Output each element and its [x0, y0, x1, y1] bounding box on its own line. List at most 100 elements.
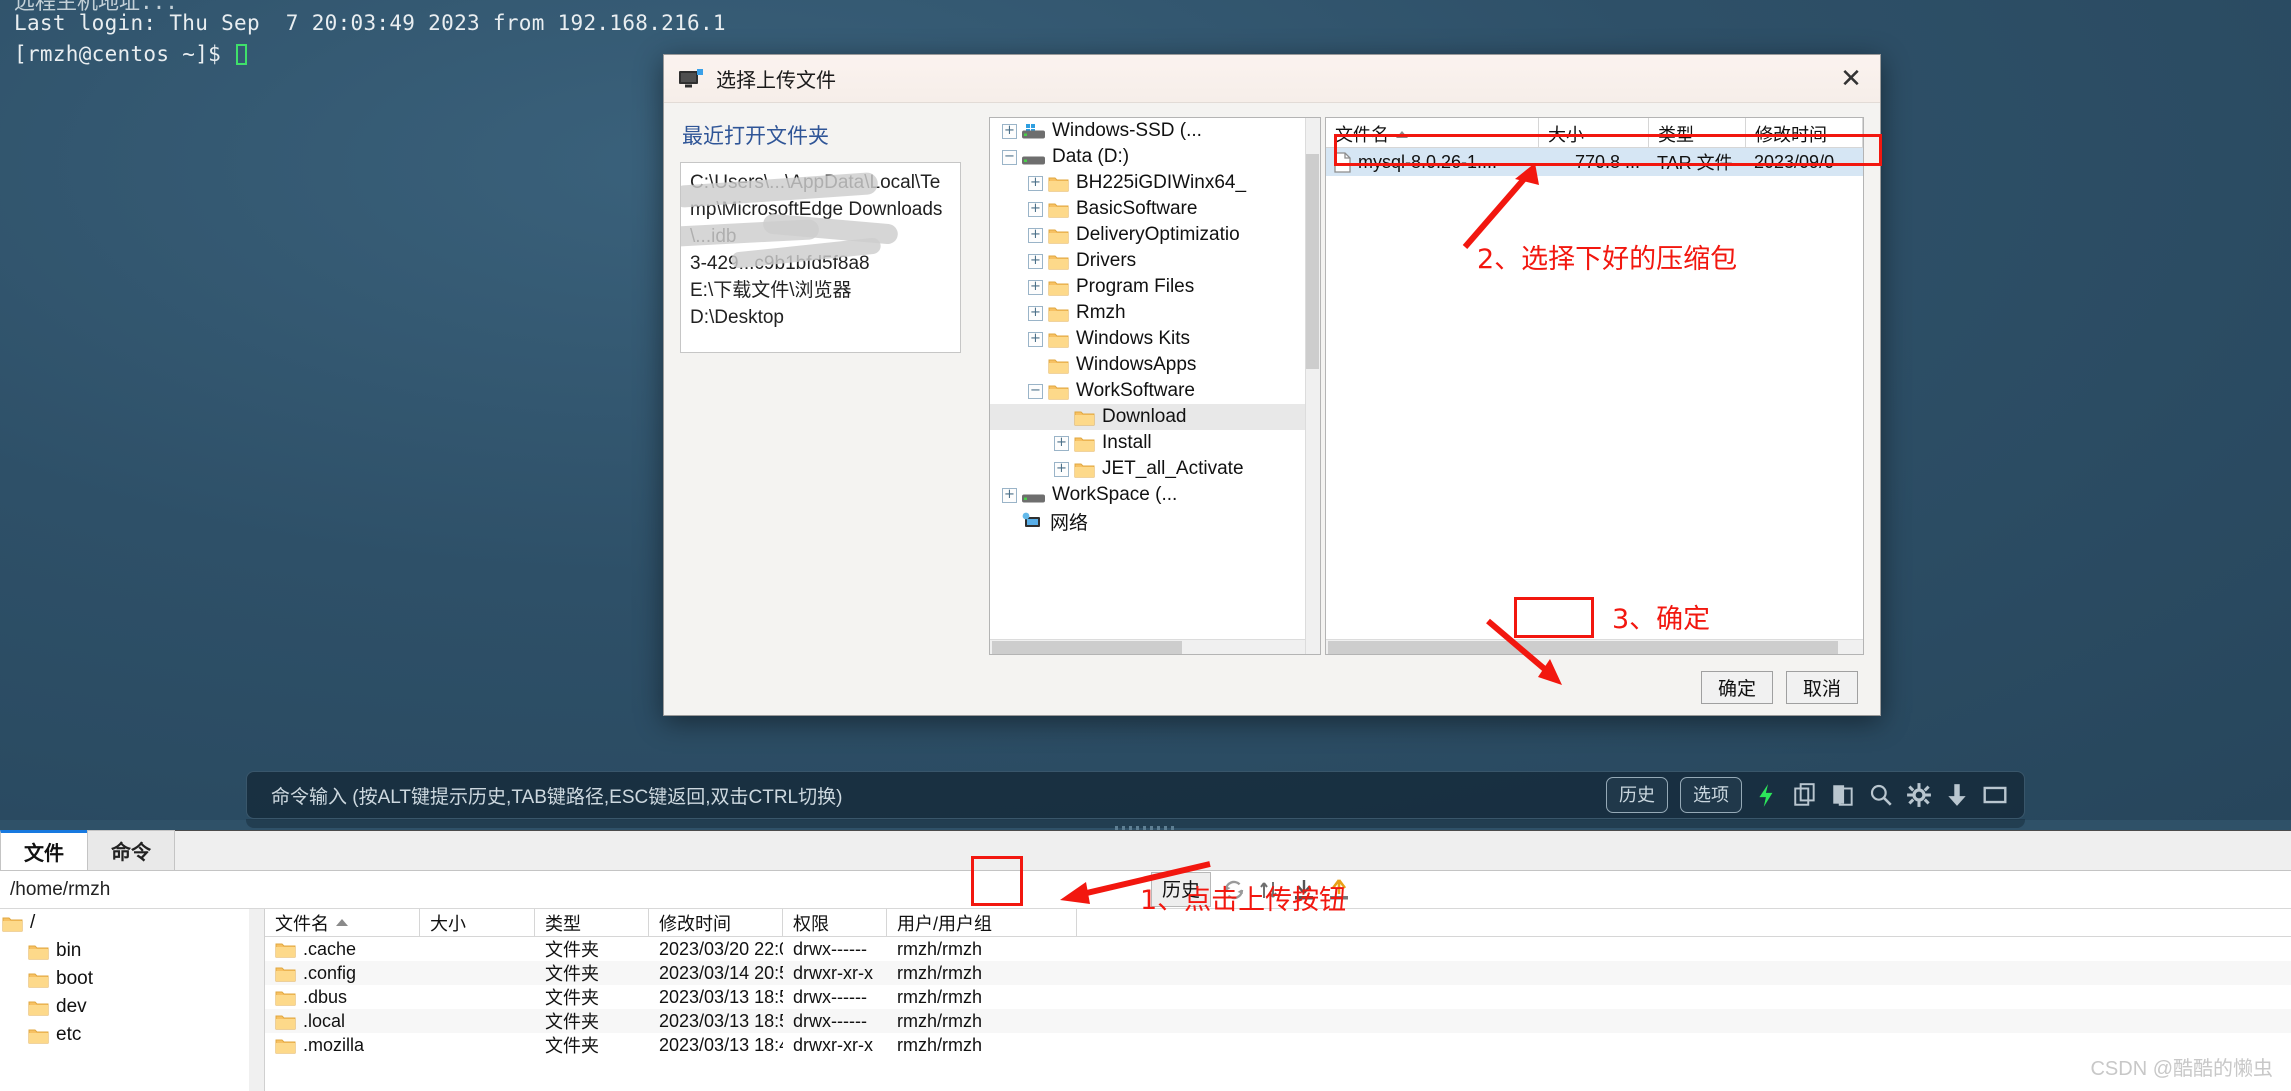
folder-icon — [275, 1015, 296, 1029]
column-header-modified[interactable]: 修改时间 — [649, 909, 783, 936]
linux-tree-node-etc[interactable]: etc — [0, 1021, 264, 1049]
tree-node-windows-kits[interactable]: + Windows Kits — [990, 326, 1320, 352]
linux-tree-node-boot[interactable]: boot — [0, 965, 264, 993]
cancel-button[interactable]: 取消 — [1786, 671, 1858, 704]
tree-node-label: DeliveryOptimizatio — [1076, 224, 1240, 245]
expand-icon[interactable]: + — [1054, 435, 1069, 451]
column-header-modified[interactable]: 修改时间 — [1746, 118, 1863, 147]
tree-node-program-files[interactable]: + Program Files — [990, 274, 1320, 300]
list-hscroll-thumb[interactable] — [1328, 641, 1838, 654]
tree-node-label: Install — [1102, 432, 1152, 453]
folder-icon — [1048, 359, 1069, 373]
tree-horizontal-scrollbar[interactable] — [990, 639, 1305, 654]
file-list-panel[interactable]: 文件名 大小 类型 修改时间 mysql-8.0.26-1.... 770.8 … — [1325, 117, 1864, 655]
file-list-header: 文件名 大小 类型 修改时间 — [1326, 118, 1863, 148]
tree-node-deliveryoptimizatio[interactable]: + DeliveryOptimizatio — [990, 222, 1320, 248]
tree-node-install[interactable]: + Install — [990, 430, 1320, 456]
row-permissions-cell: drwx------ — [793, 986, 867, 1007]
tree-node-网络[interactable]: 网络 — [990, 508, 1320, 534]
row-permissions-cell: drwxr-xr-x — [793, 1034, 873, 1055]
command-input-bar[interactable]: 命令输入 (按ALT键提示历史,TAB键路径,ESC键返回,双击CTRL切换) … — [246, 771, 2025, 819]
column-header-owner[interactable]: 用户/用户组 — [887, 909, 1077, 936]
paste-icon[interactable] — [1830, 782, 1856, 808]
tree-vertical-scrollbar[interactable] — [1305, 118, 1320, 654]
command-input-placeholder[interactable]: 命令输入 (按ALT键提示历史,TAB键路径,ESC键返回,双击CTRL切换) — [247, 782, 1606, 809]
folder-icon — [28, 973, 49, 987]
collapse-icon[interactable]: − — [1002, 149, 1017, 165]
linux-file-list[interactable]: 文件名 大小 类型 修改时间 权限 用户/用户组 .cache 文件夹 2023/0… — [265, 909, 2291, 1091]
linux-tree-scrollbar[interactable] — [249, 909, 264, 1091]
column-header-type[interactable]: 类型 — [1649, 118, 1746, 147]
tree-node-windows-ssd-[interactable]: + Windows-SSD (... — [990, 118, 1320, 144]
expand-icon[interactable]: + — [1028, 279, 1043, 295]
column-header-filename[interactable]: 文件名 — [1326, 118, 1539, 147]
csdn-watermark: CSDN @酷酷的懒虫 — [2090, 1058, 2273, 1080]
expand-icon[interactable]: + — [1028, 331, 1043, 347]
tree-node-windowsapps[interactable]: WindowsApps — [990, 352, 1320, 378]
copy-icon[interactable] — [1792, 782, 1818, 808]
tree-node-bh225igdiwinx64-[interactable]: + BH225iGDIWinx64_ — [990, 170, 1320, 196]
table-row[interactable]: .local 文件夹 2023/03/13 18:57 drwx------ rmzh/… — [265, 1009, 2291, 1033]
recent-folder-item[interactable]: D:\Desktop — [690, 304, 951, 331]
expand-icon[interactable]: + — [1028, 201, 1043, 217]
column-header-filename[interactable]: 文件名 — [265, 909, 420, 936]
tree-node-label: BH225iGDIWinx64_ — [1076, 172, 1247, 193]
gear-icon[interactable] — [1906, 782, 1932, 808]
download-icon[interactable] — [1944, 782, 1970, 808]
tree-scroll-thumb[interactable] — [1306, 154, 1319, 369]
linux-folder-tree[interactable]: / bin boot dev etc — [0, 909, 265, 1091]
terminal-output: Last login: Thu Sep 7 20:03:49 2023 from… — [14, 8, 726, 70]
table-row[interactable]: .cache 文件夹 2023/03/20 22:07 drwx------ rmzh/… — [265, 937, 2291, 961]
table-row[interactable]: .config 文件夹 2023/03/14 20:58 drwxr-xr-x rmzh… — [265, 961, 2291, 985]
linux-tree-node-dev[interactable]: dev — [0, 993, 264, 1021]
expand-icon[interactable]: + — [1054, 461, 1069, 477]
ok-button[interactable]: 确定 — [1701, 671, 1773, 704]
tab-commands[interactable]: 命令 — [87, 830, 175, 870]
table-row[interactable]: .mozilla 文件夹 2023/03/13 18:42 drwxr-xr-x rmz… — [265, 1033, 2291, 1057]
column-header-type[interactable]: 类型 — [535, 909, 649, 936]
close-icon[interactable]: ✕ — [1832, 63, 1870, 95]
expand-icon[interactable]: + — [1028, 305, 1043, 321]
collapse-icon[interactable]: − — [1028, 383, 1043, 399]
column-header-permissions[interactable]: 权限 — [783, 909, 887, 936]
search-icon[interactable] — [1868, 782, 1894, 808]
linux-list-rows: .cache 文件夹 2023/03/20 22:07 drwx------ rmzh/… — [265, 937, 2291, 1057]
tree-node-rmzh[interactable]: + Rmzh — [990, 300, 1320, 326]
tree-node-worksoftware[interactable]: − WorkSoftware — [990, 378, 1320, 404]
folder-icon — [1048, 385, 1069, 399]
expand-icon[interactable]: + — [1028, 253, 1043, 269]
current-path[interactable]: /home/rmzh — [0, 879, 110, 901]
tree-node-jet-all-activate[interactable]: + JET_all_Activate — [990, 456, 1320, 482]
expand-icon[interactable]: + — [1002, 487, 1017, 503]
network-icon — [1022, 512, 1040, 527]
expand-icon[interactable]: + — [1002, 123, 1017, 139]
tree-node-drivers[interactable]: + Drivers — [990, 248, 1320, 274]
tree-node-data-d-[interactable]: − Data (D:) — [990, 144, 1320, 170]
folder-tree-panel[interactable]: + Windows-SSD (... − Data (D:) + BH225iGDIWin… — [989, 117, 1321, 655]
linux-tree-node-[interactable]: / — [0, 909, 264, 937]
tree-node-workspace-[interactable]: + WorkSpace (... — [990, 482, 1320, 508]
tab-files[interactable]: 文件 — [0, 830, 88, 870]
linux-tree-node-bin[interactable]: bin — [0, 937, 264, 965]
command-options-button[interactable]: 选项 — [1680, 777, 1742, 813]
lightning-icon[interactable] — [1754, 782, 1780, 808]
column-header-size[interactable]: 大小 — [1539, 118, 1649, 147]
expand-icon[interactable]: + — [1028, 175, 1043, 191]
recent-folder-item[interactable]: E:\下载文件\浏览器 — [690, 277, 951, 304]
tree-node-basicsoftware[interactable]: + BasicSoftware — [990, 196, 1320, 222]
linux-tree-nodes: / bin boot dev etc — [0, 909, 264, 1049]
window-icon[interactable] — [1982, 782, 2008, 808]
table-row[interactable]: .dbus 文件夹 2023/03/13 18:57 drwx------ rmzh/r… — [265, 985, 2291, 1009]
tree-node-download[interactable]: Download — [990, 404, 1320, 430]
annotation-step-2: 2、选择下好的压缩包 — [1477, 244, 1738, 275]
expand-icon[interactable]: + — [1028, 227, 1043, 243]
row-permissions-cell: drwx------ — [793, 938, 867, 959]
file-list-row[interactable]: mysql-8.0.26-1.... 770.8 ... TAR 文件 2023… — [1326, 148, 1863, 176]
dialog-titlebar[interactable]: 选择上传文件 ✕ — [664, 55, 1880, 103]
recent-folders-list[interactable]: C:\Users\...\AppData\Local\Temp\Microsof… — [680, 162, 961, 353]
tree-hscroll-thumb[interactable] — [992, 641, 1182, 654]
terminal-line-1: Last login: Thu Sep 7 20:03:49 2023 from… — [14, 11, 726, 35]
command-history-button[interactable]: 历史 — [1606, 777, 1668, 813]
list-horizontal-scrollbar[interactable] — [1326, 639, 1863, 654]
column-header-size[interactable]: 大小 — [420, 909, 535, 936]
